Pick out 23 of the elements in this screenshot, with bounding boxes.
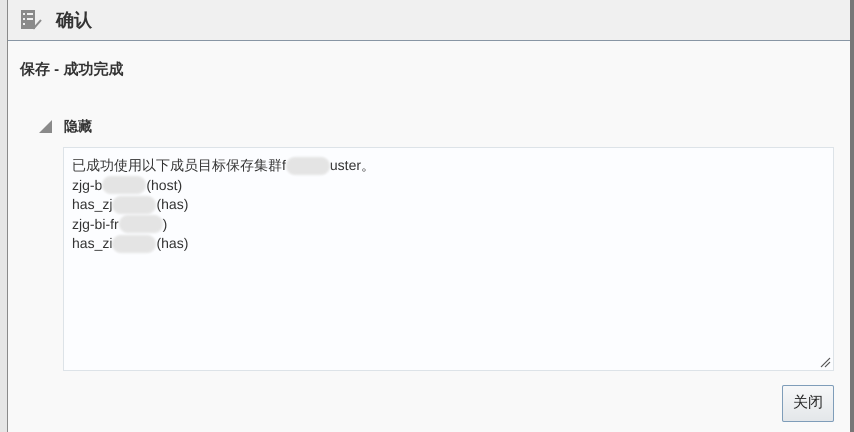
message-text: zjg-bi-fr xyxy=(72,214,119,234)
message-text: zjg-b xyxy=(72,176,102,195)
message-text: (has) xyxy=(156,234,188,253)
redaction-blur xyxy=(118,215,163,234)
resize-grip-icon xyxy=(820,357,831,368)
message-text: 已成功使用以下成员目标保存集群f xyxy=(72,156,286,175)
status-message: 保存 - 成功完成 xyxy=(20,61,124,78)
close-button[interactable]: 关闭 xyxy=(782,385,834,422)
message-text: (has) xyxy=(156,195,188,214)
redaction-blur xyxy=(286,156,330,175)
redaction-blur xyxy=(112,234,156,253)
collapse-toggle[interactable] xyxy=(38,120,52,134)
message-text: ) xyxy=(162,214,168,234)
dialog-title: 确认 xyxy=(56,8,92,32)
message-text: uster。 xyxy=(330,156,376,175)
checklist-icon xyxy=(20,9,42,31)
message-text: (host) xyxy=(146,176,182,195)
triangle-icon xyxy=(38,120,52,133)
section-label: 隐藏 xyxy=(64,117,92,136)
message-text: has_zj xyxy=(72,195,112,214)
redaction-blur xyxy=(112,196,156,214)
message-text: has_zi xyxy=(72,234,112,253)
redaction-blur xyxy=(102,176,146,194)
